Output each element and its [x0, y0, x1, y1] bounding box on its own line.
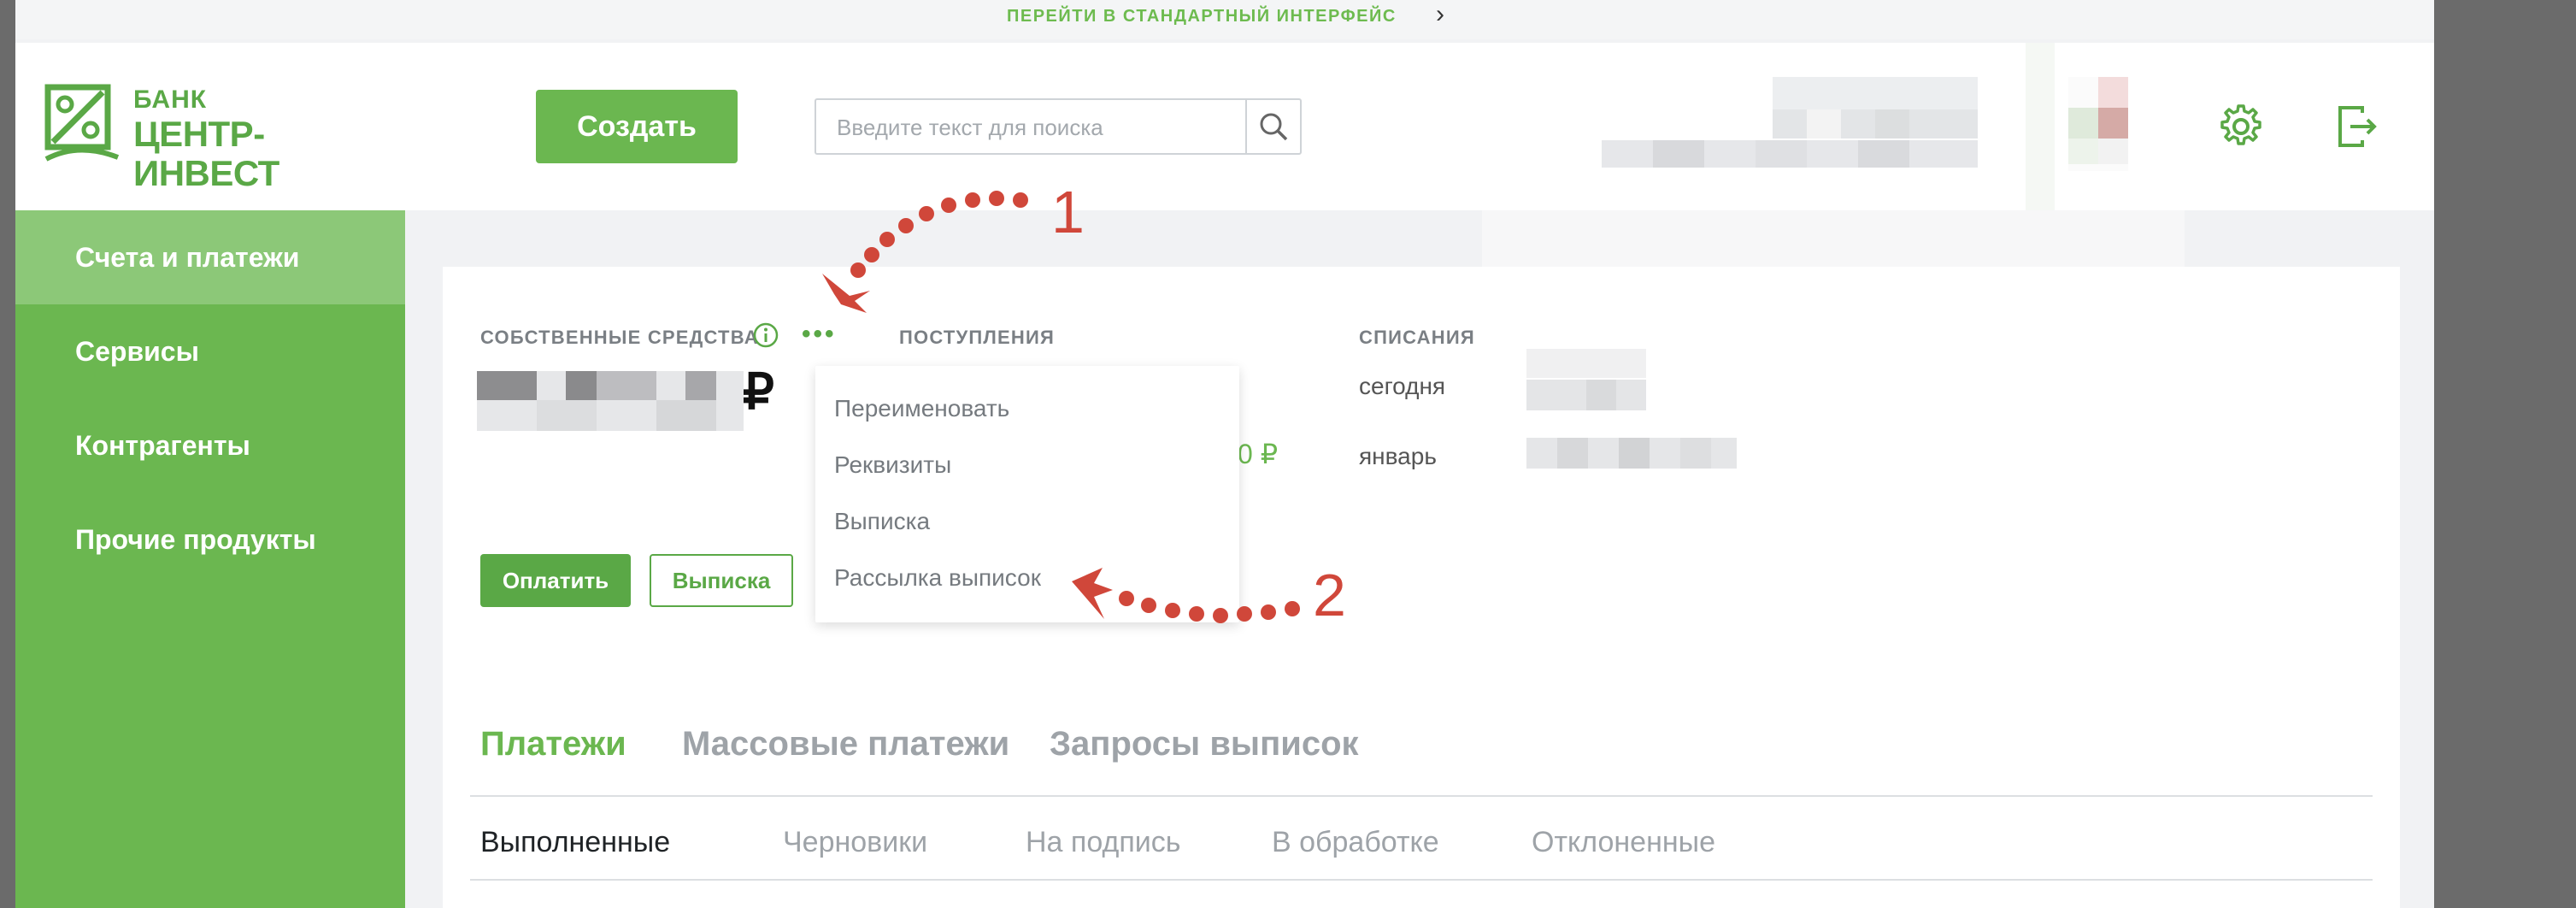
annotation-number-1: 1	[1051, 179, 1085, 245]
annotation-arrow-2	[1072, 568, 1300, 623]
annotation-arrows	[822, 191, 1300, 623]
annotation-arrow-1	[822, 191, 1028, 313]
annotation-number-2: 2	[1313, 562, 1346, 628]
